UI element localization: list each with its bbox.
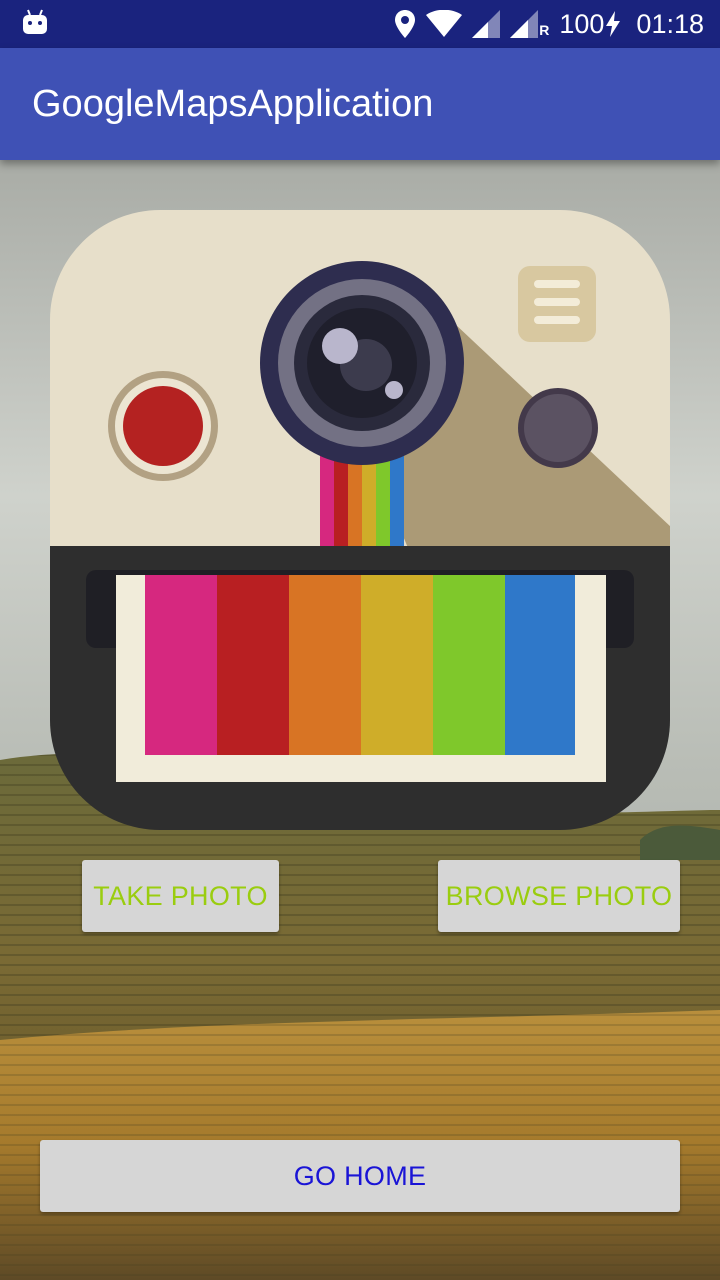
roaming-label: R (539, 22, 550, 38)
signal-icon (472, 10, 501, 38)
wifi-icon (426, 10, 463, 38)
android-debug-icon (22, 9, 48, 40)
clock: 01:18 (636, 8, 704, 39)
camera-app-icon (48, 208, 672, 832)
status-bar: R 100 01:18 (0, 0, 720, 48)
status-left (22, 9, 48, 40)
go-home-button[interactable]: GO HOME (40, 1140, 680, 1212)
browse-photo-button[interactable]: BROWSE PHOTO (438, 860, 680, 932)
location-icon (394, 9, 416, 39)
battery-charging-icon (606, 11, 621, 37)
app-title: GoogleMapsApplication (32, 82, 434, 125)
battery-level: 100 (559, 8, 605, 39)
battery-group: 100 (559, 8, 621, 40)
take-photo-button[interactable]: TAKE PHOTO (82, 860, 279, 932)
app-bar: GoogleMapsApplication (0, 48, 720, 160)
signal-roaming-icon: R (510, 10, 549, 38)
status-right: R 100 01:18 (394, 9, 704, 40)
